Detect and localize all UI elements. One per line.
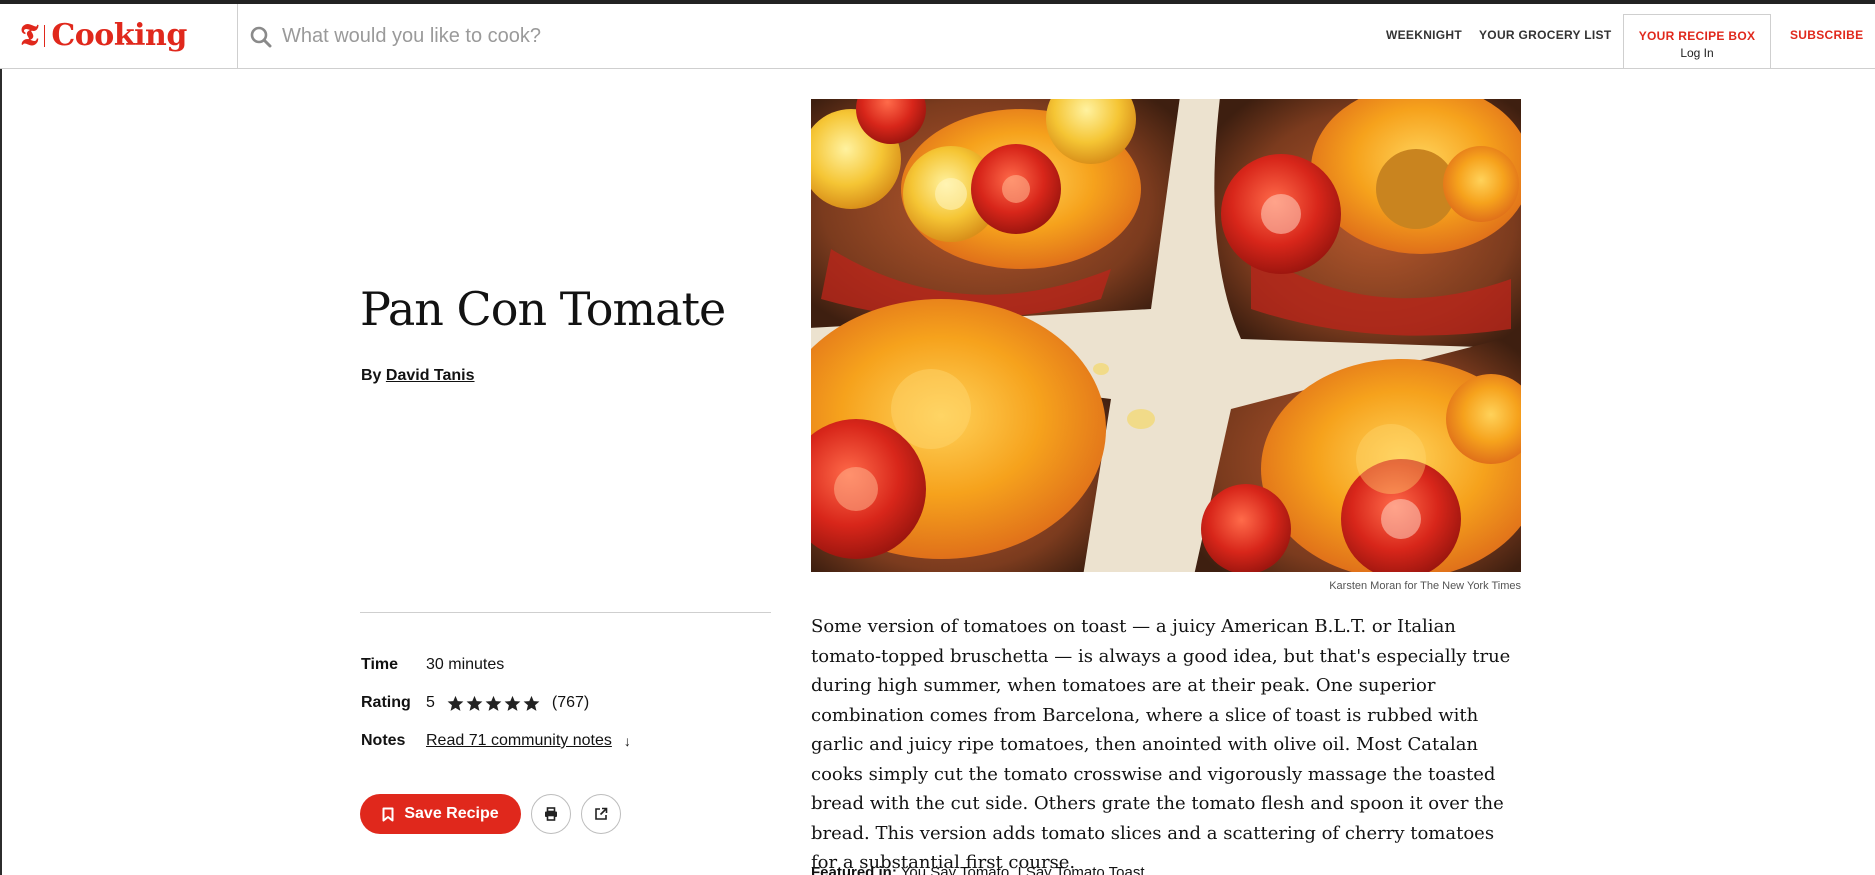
recipe-photo <box>811 99 1521 572</box>
star-icon <box>485 695 502 711</box>
author-link[interactable]: David Tanis <box>386 367 475 384</box>
nyt-logo-mark: 𝕿 <box>20 18 39 53</box>
featured-label: Featured in: <box>811 864 897 875</box>
rating-value-group[interactable]: 5 (767) <box>426 694 589 712</box>
save-recipe-button[interactable]: Save Recipe <box>360 794 521 834</box>
arrow-down-icon: ↓ <box>623 733 631 749</box>
photo-credit: Karsten Moran for The New York Times <box>1329 580 1521 592</box>
time-label: Time <box>361 656 399 673</box>
star-icon <box>504 695 521 711</box>
save-recipe-label: Save Recipe <box>404 805 499 822</box>
nav-weeknight[interactable]: WEEKNIGHT <box>1386 28 1462 42</box>
search-bar <box>237 4 1237 69</box>
notes-row: Notes Read 71 community notes ↓ <box>361 732 781 750</box>
rating-count: (767) <box>551 694 590 711</box>
time-row: Time 30 minutes <box>361 656 781 674</box>
rating-stars <box>447 695 540 712</box>
byline: By David Tanis <box>361 367 475 385</box>
rating-label: Rating <box>361 694 411 711</box>
notes-value: Read 71 community notes ↓ <box>426 732 631 750</box>
recipe-description: Some version of tomatoes on toast — a ju… <box>811 616 1511 873</box>
time-value: 30 minutes <box>426 656 505 673</box>
login-link[interactable]: Log In <box>1624 46 1770 60</box>
byline-prefix: By <box>361 367 382 384</box>
cooking-wordmark: Cooking <box>51 18 187 53</box>
site-header: 𝕿 Cooking WEEKNIGHT YOUR GROCERY LIST YO… <box>0 4 1875 69</box>
print-icon <box>545 807 557 821</box>
featured-link[interactable]: You Say Tomato, I Say Tomato Toast <box>901 864 1145 875</box>
star-icon <box>466 695 483 711</box>
share-icon <box>595 807 608 820</box>
rating-row: Rating 5 (767) <box>361 694 781 712</box>
recipe-title: Pan Con Tomate <box>360 282 726 336</box>
star-icon <box>523 695 540 711</box>
window-edge <box>0 69 2 875</box>
notes-label: Notes <box>361 732 406 749</box>
nav-grocery-list[interactable]: YOUR GROCERY LIST <box>1479 28 1611 42</box>
recipe-box-button[interactable]: YOUR RECIPE BOX Log In <box>1623 14 1771 69</box>
print-button[interactable] <box>531 794 571 834</box>
subscribe-link[interactable]: SUBSCRIBE <box>1790 28 1863 42</box>
community-notes-link[interactable]: Read 71 community notes <box>426 732 612 750</box>
bookmark-icon <box>382 807 394 821</box>
search-input[interactable] <box>282 16 982 57</box>
nyt-cooking-logo[interactable]: 𝕿 Cooking <box>20 16 187 56</box>
search-icon[interactable] <box>248 24 274 50</box>
recipe-box-label: YOUR RECIPE BOX <box>1638 29 1756 43</box>
logo-divider <box>44 25 46 47</box>
share-button[interactable] <box>581 794 621 834</box>
star-icon <box>447 695 464 711</box>
section-divider <box>360 612 771 613</box>
rating-value: 5 <box>426 694 435 711</box>
featured-in: Featured in: You Say Tomato, I Say Tomat… <box>811 864 1523 875</box>
